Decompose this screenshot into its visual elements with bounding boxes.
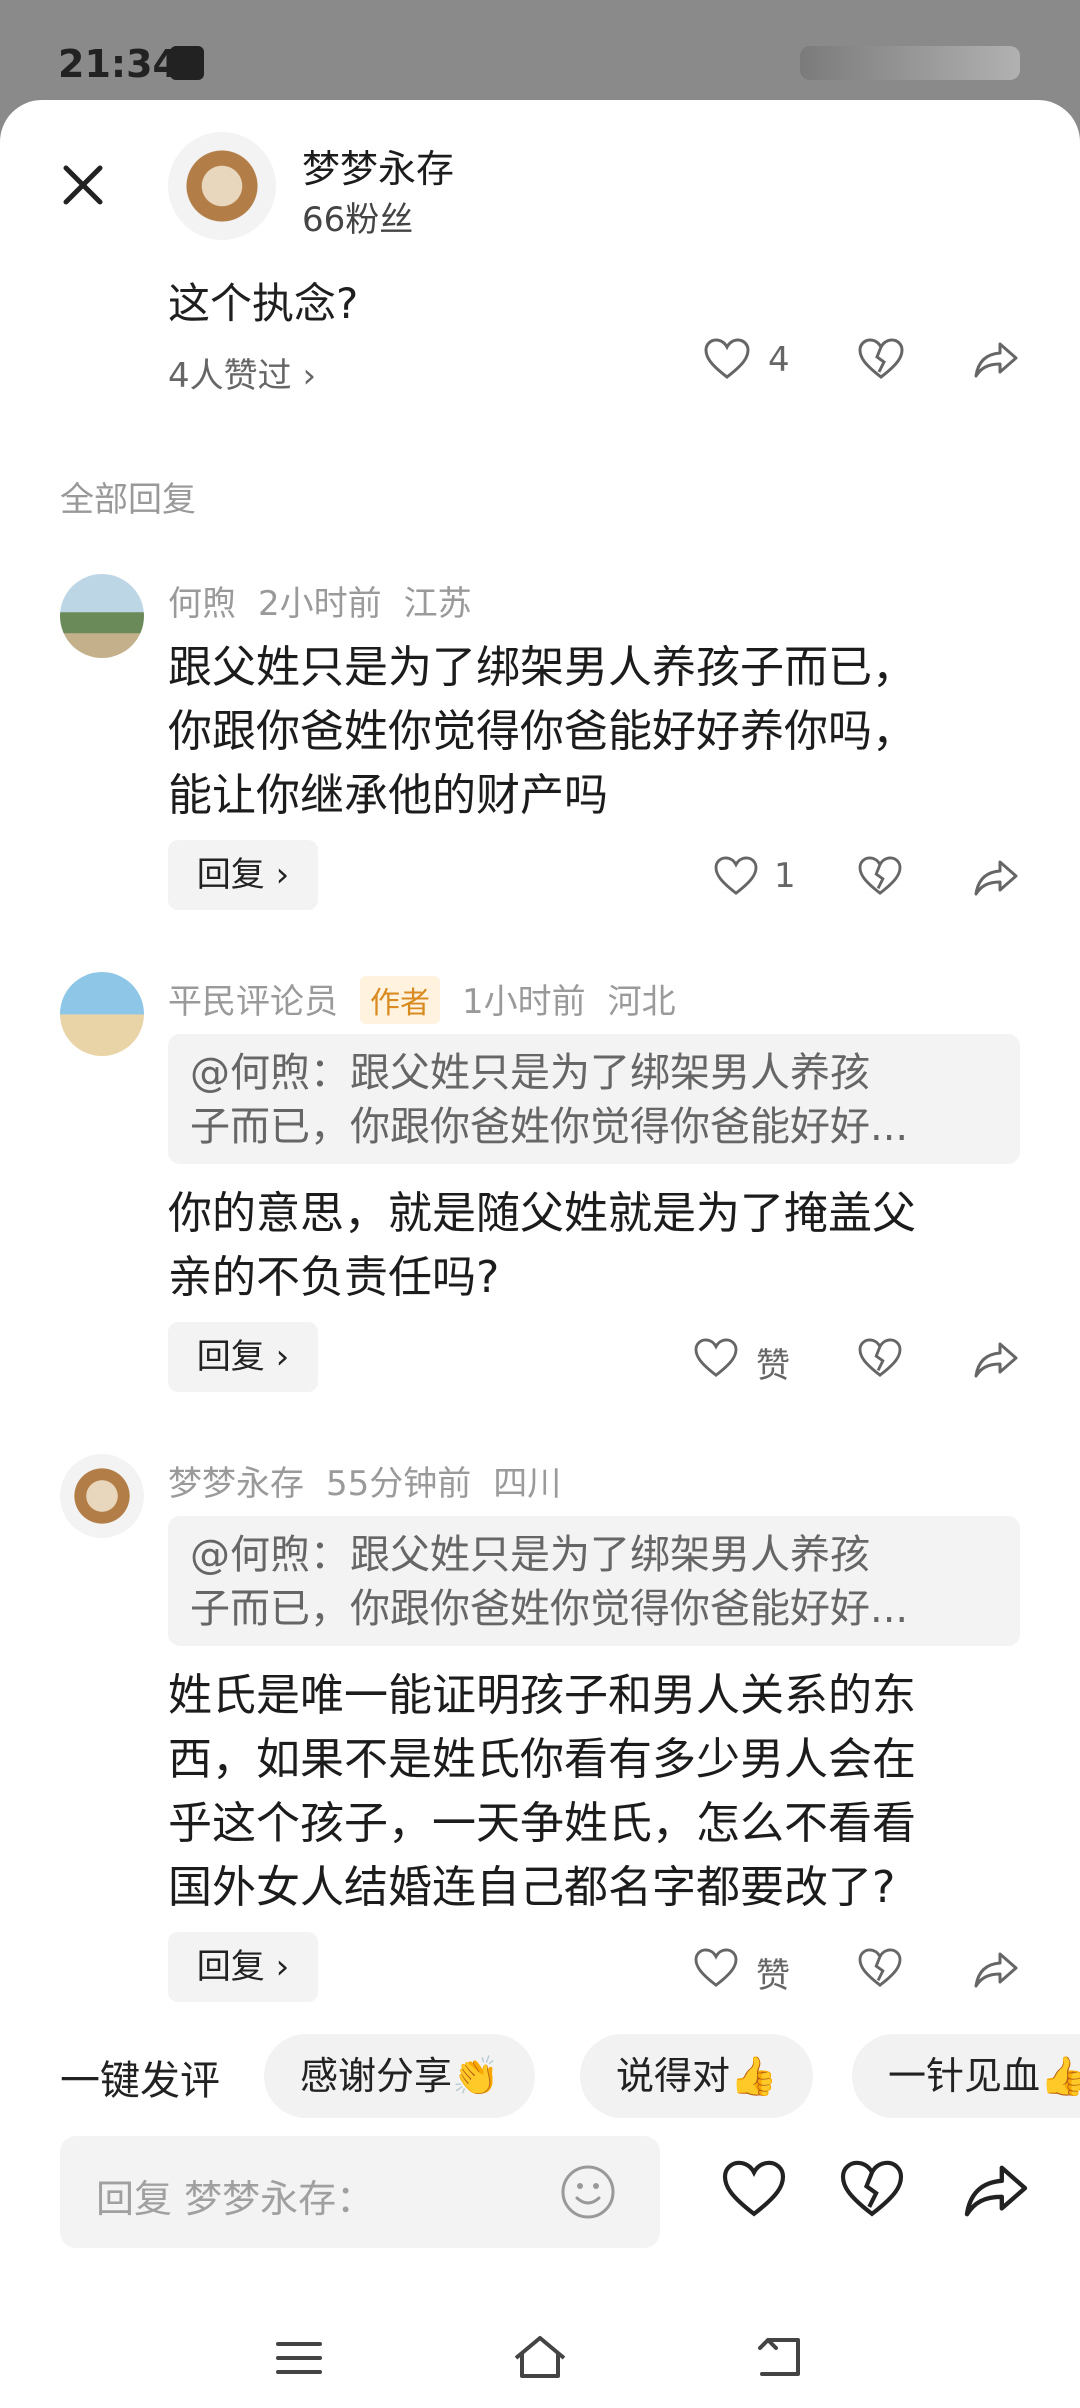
like-icon[interactable] <box>722 2160 786 2222</box>
comment-meta: 梦梦永存 55分钟前 四川 <box>168 1456 583 1505</box>
comment-time: 55分钟前 <box>326 1464 472 1504</box>
commenter-name[interactable]: 梦梦永存 <box>168 1464 304 1504</box>
reply-input-placeholder: 回复 梦梦永存： <box>96 2177 375 2221</box>
sim-icon <box>170 46 204 80</box>
system-nav-bar <box>0 2300 1080 2408</box>
comment-body: 姓氏是唯一能证明孩子和男人关系的东 西，如果不是姓氏你看有多少男人会在 乎这个孩… <box>168 1670 916 1913</box>
status-time: 21:34 <box>58 42 179 86</box>
commenter-avatar[interactable] <box>60 972 144 1056</box>
quoted-reply[interactable]: @何煦：跟父姓只是为了绑架男人养孩 子而已，你跟你爸姓你觉得你爸能好好... <box>168 1034 1020 1164</box>
quick-comment-bar: 一键发评 感谢分享👏 说得对👍 一针见血👍 <box>0 2034 1080 2118</box>
share-icon[interactable] <box>974 858 1018 902</box>
dislike-icon[interactable] <box>858 1948 902 1992</box>
post-text: 这个执念? <box>168 279 359 328</box>
home-icon[interactable] <box>510 2332 570 2386</box>
dislike-icon[interactable] <box>858 1338 902 1382</box>
commenter-name[interactable]: 平民评论员 <box>168 982 338 1022</box>
comment-time: 2小时前 <box>258 584 382 624</box>
section-title: 全部回复 <box>60 480 196 520</box>
quick-chip[interactable]: 说得对👍 <box>580 2034 814 2118</box>
like-label[interactable]: 赞 <box>756 1948 790 1997</box>
comment-meta: 平民评论员 作者 1小时前 河北 <box>168 974 698 1024</box>
like-icon[interactable] <box>714 856 758 900</box>
comment-body: 跟父姓只是为了绑架男人养孩子而已， 你跟你爸姓你觉得你爸能好好养你吗， 能让你继… <box>168 642 916 821</box>
status-bar: 21:34 <box>0 0 1080 110</box>
comment-time: 1小时前 <box>462 982 586 1022</box>
share-icon[interactable] <box>964 2162 1028 2224</box>
quick-chip[interactable]: 一针见血👍 <box>852 2034 1080 2118</box>
close-icon[interactable] <box>58 160 108 210</box>
comment-like-count: 1 <box>774 856 796 896</box>
signal-battery-indicator <box>800 46 1020 80</box>
quick-chip[interactable]: 感谢分享👏 <box>264 2034 536 2118</box>
share-icon[interactable] <box>974 1340 1018 1384</box>
author-fans-count: 66粉丝 <box>302 200 414 240</box>
emoji-icon[interactable] <box>560 2164 616 2224</box>
dislike-icon[interactable] <box>858 338 904 384</box>
share-icon[interactable] <box>974 340 1018 384</box>
dislike-icon[interactable] <box>858 856 902 900</box>
quoted-reply[interactable]: @何煦：跟父姓只是为了绑架男人养孩 子而已，你跟你爸姓你觉得你爸能好好... <box>168 1516 1020 1646</box>
author-avatar[interactable] <box>168 132 276 240</box>
commenter-avatar[interactable] <box>60 574 144 658</box>
post-like-count: 4 <box>768 340 790 380</box>
like-label[interactable]: 赞 <box>756 1338 790 1387</box>
commenter-name[interactable]: 何煦 <box>168 584 236 624</box>
comment-location: 江苏 <box>403 584 472 624</box>
quick-comment-label: 一键发评 <box>60 2058 220 2104</box>
share-icon[interactable] <box>974 1950 1018 1994</box>
comment-meta: 何煦 2小时前 江苏 <box>168 576 494 625</box>
liked-by-link[interactable]: 4人赞过 › <box>168 348 316 397</box>
menu-icon[interactable] <box>274 2338 324 2382</box>
comment-location: 四川 <box>493 1464 562 1504</box>
reply-input[interactable]: 回复 梦梦永存： <box>60 2136 660 2248</box>
like-icon[interactable] <box>704 338 750 384</box>
comment-location: 河北 <box>607 982 676 1022</box>
dislike-icon[interactable] <box>840 2160 904 2222</box>
comment-sheet: 梦梦永存 66粉丝 这个执念? 4人赞过 › 4 全部回复 何煦 2小时前 江苏 跟… <box>0 100 1080 2408</box>
reply-button[interactable]: 回复 › <box>168 1932 318 2002</box>
author-name[interactable]: 梦梦永存 <box>302 138 454 193</box>
author-badge: 作者 <box>360 976 440 1024</box>
like-icon[interactable] <box>694 1338 738 1382</box>
commenter-avatar[interactable] <box>60 1454 144 1538</box>
like-icon[interactable] <box>694 1948 738 1992</box>
reply-button[interactable]: 回复 › <box>168 840 318 910</box>
comment-body: 你的意思，就是随父姓就是为了掩盖父 亲的不负责任吗? <box>168 1188 916 1303</box>
back-icon[interactable] <box>752 2334 806 2384</box>
reply-button[interactable]: 回复 › <box>168 1322 318 1392</box>
